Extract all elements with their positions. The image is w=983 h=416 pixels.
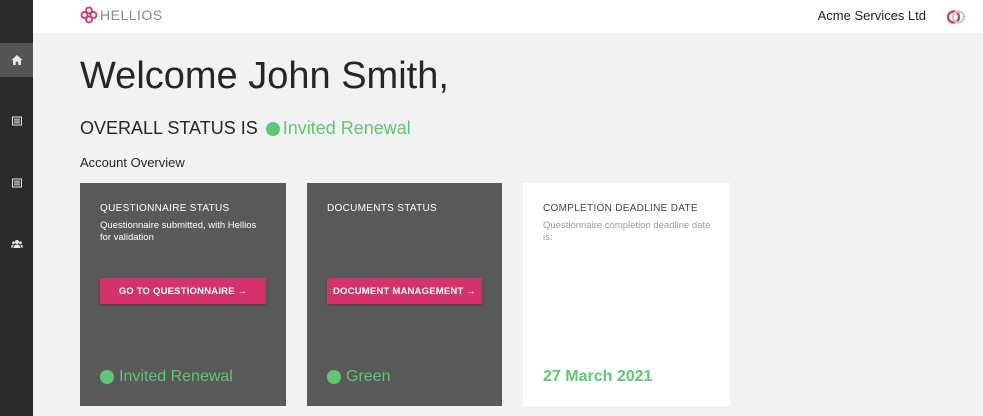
brand-logo[interactable]: HELLIOS (80, 6, 163, 24)
overall-status-value: Invited Renewal (282, 118, 411, 138)
sidebar-item-users[interactable] (0, 227, 33, 261)
status-dot-icon (265, 121, 280, 136)
card-status: Green (327, 368, 390, 386)
documents-card: DOCUMENTS STATUS DOCUMENT MANAGEMENT → G… (307, 183, 502, 406)
hellios-logo-icon (80, 6, 98, 24)
list-icon (11, 116, 22, 126)
card-status-value: Invited Renewal (119, 368, 233, 385)
home-icon (11, 55, 22, 65)
card-title: DOCUMENTS STATUS (327, 203, 437, 214)
sidebar (0, 0, 33, 416)
questionnaire-card: QUESTIONNAIRE STATUS Questionnaire submi… (80, 183, 286, 406)
card-title: COMPLETION DEADLINE DATE (543, 203, 698, 214)
card-status-value: Green (346, 368, 391, 385)
card-description: Questionnaire completion deadline date i… (543, 220, 711, 243)
brand-name: HELLIOS (100, 7, 163, 23)
page-title: Welcome John Smith, (80, 55, 449, 97)
card-title: QUESTIONNAIRE STATUS (100, 203, 230, 214)
sidebar-item-home[interactable] (0, 43, 33, 77)
go-to-questionnaire-button[interactable]: GO TO QUESTIONNAIRE → (100, 278, 266, 304)
deadline-card: COMPLETION DEADLINE DATE Questionnaire c… (523, 183, 730, 406)
overall-status-label: OVERALL STATUS IS (80, 118, 258, 138)
deadline-date: 27 March 2021 (543, 368, 653, 385)
document-management-button[interactable]: DOCUMENT MANAGEMENT → (327, 278, 482, 304)
main-content: Welcome John Smith, OVERALL STATUS IS In… (33, 33, 983, 416)
company-name: Acme Services Ltd (817, 8, 926, 23)
list-icon (11, 178, 22, 188)
overall-status: OVERALL STATUS IS Invited Renewal (80, 118, 411, 139)
status-dot-icon (327, 370, 341, 384)
section-heading: Account Overview (80, 155, 185, 170)
card-description: Questionnaire submitted, with Hellios fo… (100, 220, 257, 243)
top-bar: HELLIOS Acme Services Ltd (33, 0, 983, 33)
user-avatar-icon[interactable] (946, 7, 966, 27)
status-dot-icon (100, 370, 114, 384)
card-status: Invited Renewal (100, 368, 233, 386)
sidebar-item-list-1[interactable] (0, 104, 33, 138)
sidebar-item-list-2[interactable] (0, 166, 33, 200)
users-icon (10, 240, 23, 248)
